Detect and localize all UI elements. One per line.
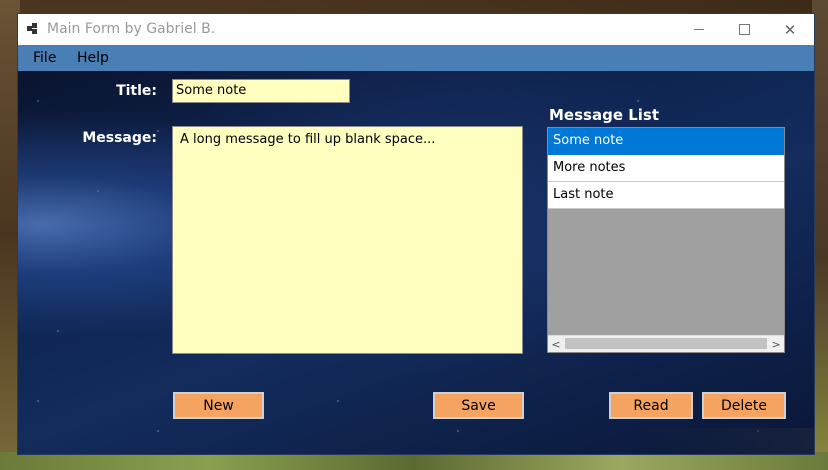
save-button[interactable]: Save [433,392,524,419]
desktop-background-left [0,0,20,470]
app-icon [27,23,39,35]
message-label: Message: [82,130,157,146]
list-item-some-note[interactable]: Some note [548,128,784,155]
list-item-last-note[interactable]: Last note [548,182,784,209]
title-label: Title: [116,83,157,99]
title-bar[interactable]: Main Form by Gabriel B. ✕ [18,14,814,45]
menu-bar: File Help [18,45,814,71]
maximize-button[interactable] [721,14,767,45]
scroll-left-icon[interactable]: < [548,336,564,352]
message-list-label: Message List [549,106,660,124]
horizontal-scrollbar[interactable]: < > [548,335,784,352]
scroll-right-icon[interactable]: > [768,336,784,352]
new-button[interactable]: New [173,392,264,419]
window-title: Main Form by Gabriel B. [47,21,216,37]
form-client-area: Title: Some note Message: A long message… [18,71,814,454]
close-icon: ✕ [783,20,797,39]
main-form-window: Main Form by Gabriel B. ✕ File Help Titl… [18,14,814,454]
message-listbox[interactable]: Some note More notes Last note < > [547,127,785,353]
scrollbar-thumb[interactable] [565,338,767,349]
minimize-button[interactable] [676,14,722,45]
desktop-background-bottom [0,452,828,470]
minimize-icon [694,29,704,30]
delete-button[interactable]: Delete [702,392,786,419]
close-button[interactable]: ✕ [767,14,813,45]
read-button[interactable]: Read [609,392,693,419]
title-input[interactable]: Some note [172,79,350,103]
menu-help[interactable]: Help [77,50,109,66]
desktop-background-right [812,0,828,470]
maximize-icon [738,24,750,35]
menu-file[interactable]: File [33,50,56,66]
message-textarea[interactable]: A long message to fill up blank space... [172,126,523,354]
list-item-more-notes[interactable]: More notes [548,155,784,182]
background-strip [630,428,814,454]
